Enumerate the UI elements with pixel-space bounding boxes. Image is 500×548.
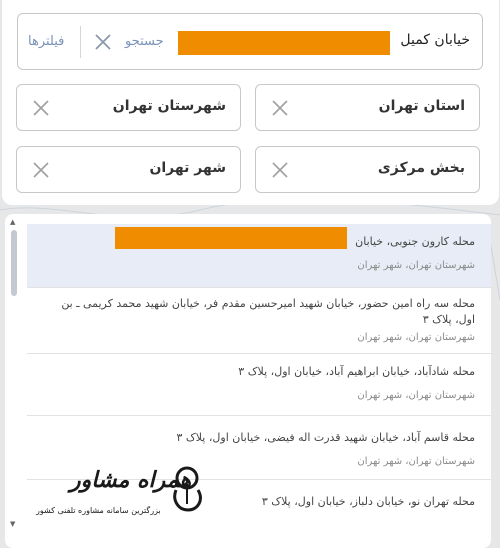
filters-button[interactable]: فیلترها: [28, 34, 64, 49]
clear-search-icon[interactable]: [93, 32, 113, 52]
brand-name: همراه مشاور: [70, 468, 192, 493]
chip-label: بخش مرکزی: [377, 160, 465, 176]
brand-tagline: بزرگترین سامانه مشاوره تلفنی کشور: [36, 506, 161, 515]
chip-district[interactable]: بخش مرکزی: [255, 146, 480, 193]
search-button[interactable]: جستجو: [125, 34, 164, 49]
chip-county[interactable]: شهرستان تهران: [16, 84, 241, 131]
result-title: محله سه راه امین حضور، خیابان شهید امیرح…: [61, 297, 475, 326]
result-title: محله قاسم آباد، خیابان شهید قدرت اله فیض…: [176, 431, 475, 444]
list-item[interactable]: محله شادآباد، خیابان ابراهیم آباد، خیابا…: [27, 354, 491, 416]
scrollbar[interactable]: ▲ ▼: [7, 214, 19, 548]
redacted-region: [178, 31, 390, 55]
scroll-thumb[interactable]: [11, 230, 17, 296]
remove-chip-icon[interactable]: [31, 98, 51, 118]
result-subtitle: شهرستان تهران، شهر تهران: [357, 390, 475, 401]
result-title: محله تهران نو، خیابان دلباز، خیابان اول،…: [261, 495, 475, 508]
remove-chip-icon[interactable]: [270, 98, 290, 118]
search-input[interactable]: خیابان کمیل: [400, 32, 470, 48]
remove-chip-icon[interactable]: [270, 160, 290, 180]
search-bar[interactable]: خیابان کمیل جستجو فیلترها: [17, 13, 483, 70]
result-subtitle: شهرستان تهران، شهر تهران: [357, 332, 475, 343]
redacted-region: [115, 227, 347, 249]
chip-label: استان تهران: [378, 98, 465, 114]
list-item[interactable]: محله سه راه امین حضور، خیابان شهید امیرح…: [27, 288, 491, 354]
divider: [80, 26, 81, 58]
remove-chip-icon[interactable]: [31, 160, 51, 180]
scroll-up-icon[interactable]: ▲: [10, 218, 15, 226]
chip-city[interactable]: شهر تهران: [16, 146, 241, 193]
chip-label: شهرستان تهران: [112, 98, 226, 114]
chip-province[interactable]: استان تهران: [255, 84, 480, 131]
result-subtitle: شهرستان تهران، شهر تهران: [357, 260, 475, 271]
result-title: محله شادآباد، خیابان ابراهیم آباد، خیابا…: [238, 365, 475, 378]
result-subtitle: شهرستان تهران، شهر تهران: [357, 456, 475, 467]
filter-panel: خیابان کمیل جستجو فیلترها استان تهران شه…: [2, 0, 499, 205]
scroll-down-icon[interactable]: ▼: [10, 520, 15, 528]
result-title: محله کارون جنوبی، خیابان: [355, 235, 475, 248]
chip-label: شهر تهران: [149, 160, 226, 176]
brand-logo: همراه مشاور بزرگترین سامانه مشاوره تلفنی…: [30, 462, 210, 524]
list-item[interactable]: محله کارون جنوبی، خیابان شهرستان تهران، …: [27, 224, 491, 288]
